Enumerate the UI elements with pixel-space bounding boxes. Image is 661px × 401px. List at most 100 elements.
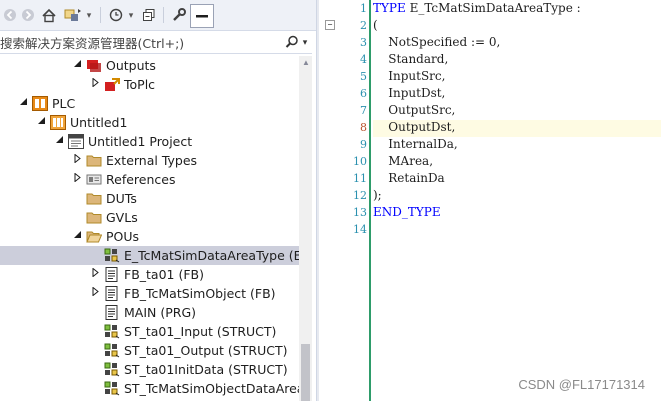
tree-item[interactable]: ToPlc bbox=[0, 75, 299, 94]
tree-item[interactable]: GVLs bbox=[0, 208, 299, 227]
line-number: 13 bbox=[353, 206, 367, 219]
code-line[interactable]: InputDst, bbox=[373, 86, 661, 103]
chevron-down-icon[interactable]: ▾ bbox=[126, 5, 136, 25]
tree-item-label: ST_ta01InitData (STRUCT) bbox=[124, 362, 288, 377]
collapse-all-icon[interactable] bbox=[140, 5, 158, 25]
code-line[interactable]: RetainDa bbox=[373, 171, 661, 188]
tree-item[interactable]: FB_ta01 (FB) bbox=[0, 265, 299, 284]
tree-item[interactable]: E_TcMatSimDataAreaType (E bbox=[0, 246, 302, 265]
code-line[interactable]: OutputSrc, bbox=[373, 103, 661, 120]
code-editor[interactable]: − 1 2 3 4 5 6 7 8 9 10 11 12 13 14 TYPE E_TcMatSimDat… bbox=[319, 0, 661, 401]
dut-icon bbox=[104, 324, 120, 339]
tree-item[interactable]: FB_TcMatSimObject (FB) bbox=[0, 284, 299, 303]
code-token: InputDst, bbox=[373, 86, 446, 100]
code-area[interactable]: TYPE E_TcMatSimDataAreaType :( NotSpecif… bbox=[373, 0, 661, 401]
keyword-token: END_TYPE bbox=[373, 205, 441, 219]
scroll-up-arrow-icon[interactable]: ▲ bbox=[302, 58, 310, 67]
search-options-dropdown[interactable]: ▾ bbox=[300, 33, 310, 51]
code-line[interactable]: TYPE E_TcMatSimDataAreaType : bbox=[373, 1, 661, 18]
tree-item[interactable]: DUTs bbox=[0, 189, 299, 208]
folder-icon bbox=[86, 153, 102, 168]
dut-icon bbox=[104, 248, 120, 263]
expanded-arrow-icon[interactable] bbox=[72, 230, 82, 242]
project-icon bbox=[68, 134, 84, 149]
properties-wrench-icon[interactable] bbox=[170, 5, 188, 25]
folder-icon bbox=[86, 191, 102, 206]
outputs-icon bbox=[86, 58, 102, 73]
line-number: 14 bbox=[353, 223, 367, 236]
scroll-thumb[interactable] bbox=[301, 344, 310, 401]
tree-item[interactable]: External Types bbox=[0, 151, 299, 170]
tree-item[interactable]: ST_ta01_Input (STRUCT) bbox=[0, 322, 299, 341]
line-number: 3 bbox=[360, 36, 367, 49]
code-line[interactable]: END_TYPE bbox=[373, 205, 661, 222]
plc-icon bbox=[32, 96, 48, 111]
code-line[interactable]: ( bbox=[373, 18, 661, 35]
line-number: 12 bbox=[353, 189, 367, 202]
tree-scrollbar[interactable]: ▲ bbox=[299, 56, 312, 401]
tree-item-label: ST_ta01_Input (STRUCT) bbox=[124, 324, 277, 339]
expanded-arrow-icon[interactable] bbox=[72, 59, 82, 71]
search-input[interactable] bbox=[0, 31, 270, 53]
code-token: ); bbox=[373, 188, 382, 202]
change-tracking-bar bbox=[369, 0, 371, 401]
tree-item[interactable]: References bbox=[0, 170, 299, 189]
line-number: 6 bbox=[360, 87, 367, 100]
expanded-arrow-icon[interactable] bbox=[36, 116, 46, 128]
line-number: 5 bbox=[360, 70, 367, 83]
toolbar-separator bbox=[163, 7, 164, 23]
collapsed-arrow-icon[interactable] bbox=[90, 267, 100, 280]
code-token: Standard, bbox=[373, 52, 449, 66]
code-token: 0 bbox=[488, 35, 497, 49]
tree-item[interactable]: MAIN (PRG) bbox=[0, 303, 299, 322]
line-number: 1 bbox=[360, 2, 367, 15]
tree-item-label: FB_ta01 (FB) bbox=[124, 267, 204, 282]
tree-item-label: External Types bbox=[106, 153, 198, 168]
tree-item[interactable]: Untitled1 bbox=[0, 113, 299, 132]
code-line[interactable]: NotSpecified := 0, bbox=[373, 35, 661, 52]
chevron-down-icon[interactable]: ▾ bbox=[84, 5, 94, 25]
pou-icon bbox=[104, 286, 120, 301]
tree-item[interactable]: ST_ta01InitData (STRUCT) bbox=[0, 360, 299, 379]
code-line[interactable]: InputSrc, bbox=[373, 69, 661, 86]
keyword-token: TYPE bbox=[373, 1, 410, 15]
solution-tree: Outputs ToPlc PLC Untitled1 Untitled1 Projec… bbox=[0, 56, 304, 401]
tree-item-label: ToPlc bbox=[124, 77, 156, 92]
line-number: 2 bbox=[360, 19, 367, 32]
code-line[interactable]: ); bbox=[373, 188, 661, 205]
home-icon[interactable] bbox=[40, 5, 58, 25]
sync-view-icon[interactable] bbox=[62, 5, 84, 25]
expanded-arrow-icon[interactable] bbox=[54, 135, 64, 147]
tree-item[interactable]: PLC bbox=[0, 94, 299, 113]
code-line[interactable]: MArea, bbox=[373, 154, 661, 171]
code-token: RetainDa bbox=[373, 171, 445, 185]
line-number: 8 bbox=[360, 121, 367, 134]
code-line[interactable] bbox=[373, 222, 661, 239]
preview-toggle-icon[interactable] bbox=[190, 4, 214, 28]
collapsed-arrow-icon[interactable] bbox=[72, 172, 82, 185]
collapse-region-icon[interactable]: − bbox=[325, 20, 335, 30]
tree-item[interactable]: POUs bbox=[0, 227, 299, 246]
toplc-icon bbox=[104, 77, 120, 92]
code-token: E_TcMatSimDataAreaType : bbox=[409, 1, 581, 15]
tree-item[interactable]: Untitled1 Project bbox=[0, 132, 299, 151]
tree-item[interactable]: ST_TcMatSimObjectDataArea bbox=[0, 379, 304, 398]
line-number: 10 bbox=[353, 155, 367, 168]
tree-item-label: POUs bbox=[106, 229, 140, 244]
toolbar-separator bbox=[100, 7, 101, 23]
forward-icon[interactable] bbox=[20, 5, 36, 25]
back-icon[interactable] bbox=[2, 5, 18, 25]
code-line[interactable]: Standard, bbox=[373, 52, 661, 69]
history-icon[interactable] bbox=[106, 5, 126, 25]
code-line[interactable]: InternalDa, bbox=[373, 137, 661, 154]
line-number: 9 bbox=[360, 138, 367, 151]
collapsed-arrow-icon[interactable] bbox=[90, 77, 100, 90]
tree-item[interactable]: ST_ta01_Output (STRUCT) bbox=[0, 341, 299, 360]
magnifier-icon[interactable] bbox=[284, 33, 300, 51]
tree-item[interactable]: Outputs bbox=[0, 56, 299, 75]
expanded-arrow-icon[interactable] bbox=[18, 97, 28, 109]
collapsed-arrow-icon[interactable] bbox=[90, 286, 100, 299]
code-line[interactable]: OutputDst, bbox=[373, 120, 661, 137]
line-number-gutter: 1 2 3 4 5 6 7 8 9 10 11 12 13 14 bbox=[335, 0, 367, 401]
collapsed-arrow-icon[interactable] bbox=[72, 153, 82, 166]
